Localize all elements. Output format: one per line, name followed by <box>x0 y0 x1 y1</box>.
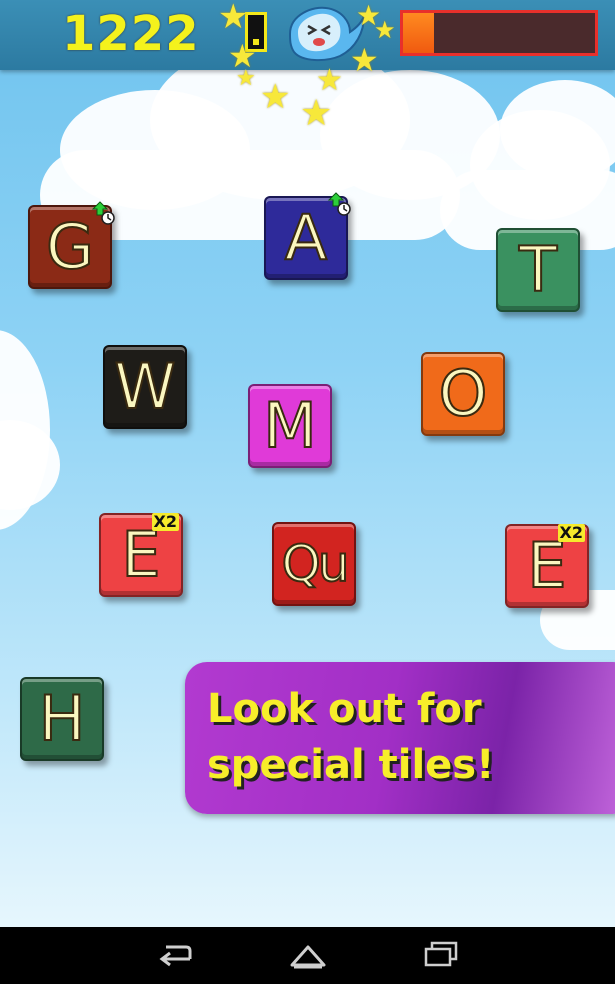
letter-tile-g[interactable]: G <box>28 201 115 289</box>
star-sparkle: ★ <box>300 93 333 134</box>
back-icon[interactable] <box>156 939 196 971</box>
tile-letter: G <box>45 210 95 283</box>
letter-tile-t[interactable]: T <box>496 228 580 312</box>
score-display: 1222 <box>62 6 200 62</box>
home-icon[interactable] <box>288 939 328 971</box>
tile-letter: O <box>438 357 489 430</box>
tile-letter: H <box>38 682 87 755</box>
tip-line-1: Look out for <box>207 686 482 732</box>
tile-letter: T <box>518 233 558 306</box>
tile-letter: A <box>284 201 328 274</box>
letter-tile-e[interactable]: E X2 <box>99 513 183 597</box>
tile-letter: E <box>526 529 567 602</box>
tip-banner: Look out for special tiles! <box>185 662 615 814</box>
time-bonus-icon <box>91 201 115 225</box>
star-sparkle: ★ <box>260 77 291 117</box>
letter-tile-a[interactable]: A <box>264 192 351 280</box>
star-sparkle: ★ <box>350 41 379 79</box>
letter-tile-w[interactable]: W <box>103 345 187 429</box>
star-sparkle: ★ <box>374 16 396 44</box>
recents-icon[interactable] <box>420 939 460 971</box>
star-sparkle: ★ <box>236 66 256 91</box>
star-sparkle: ★ <box>316 63 343 98</box>
time-bonus-icon <box>327 192 351 216</box>
letter-tile-e[interactable]: E X2 <box>505 524 589 608</box>
time-remaining-bar <box>400 10 598 56</box>
tile-letter: Qu <box>280 535 350 593</box>
tile-letter: E <box>120 518 161 591</box>
tile-letter: W <box>113 350 176 423</box>
star-sparkle: ★ <box>218 0 249 37</box>
cloud <box>0 420 60 510</box>
hud-bar: 1222 <box>0 0 615 70</box>
double-score-badge: X2 <box>151 512 179 531</box>
tip-line-2: special tiles! <box>207 742 495 788</box>
letter-tile-o[interactable]: O <box>421 352 505 436</box>
tile-letter: M <box>262 389 317 462</box>
letter-tile-m[interactable]: M <box>248 384 332 468</box>
double-score-badge: X2 <box>557 523 585 542</box>
time-remaining-fill <box>403 13 434 53</box>
system-navigation-bar <box>0 927 615 984</box>
letter-tile-h[interactable]: H <box>20 677 104 761</box>
letter-tile-qu[interactable]: Qu <box>272 522 356 606</box>
